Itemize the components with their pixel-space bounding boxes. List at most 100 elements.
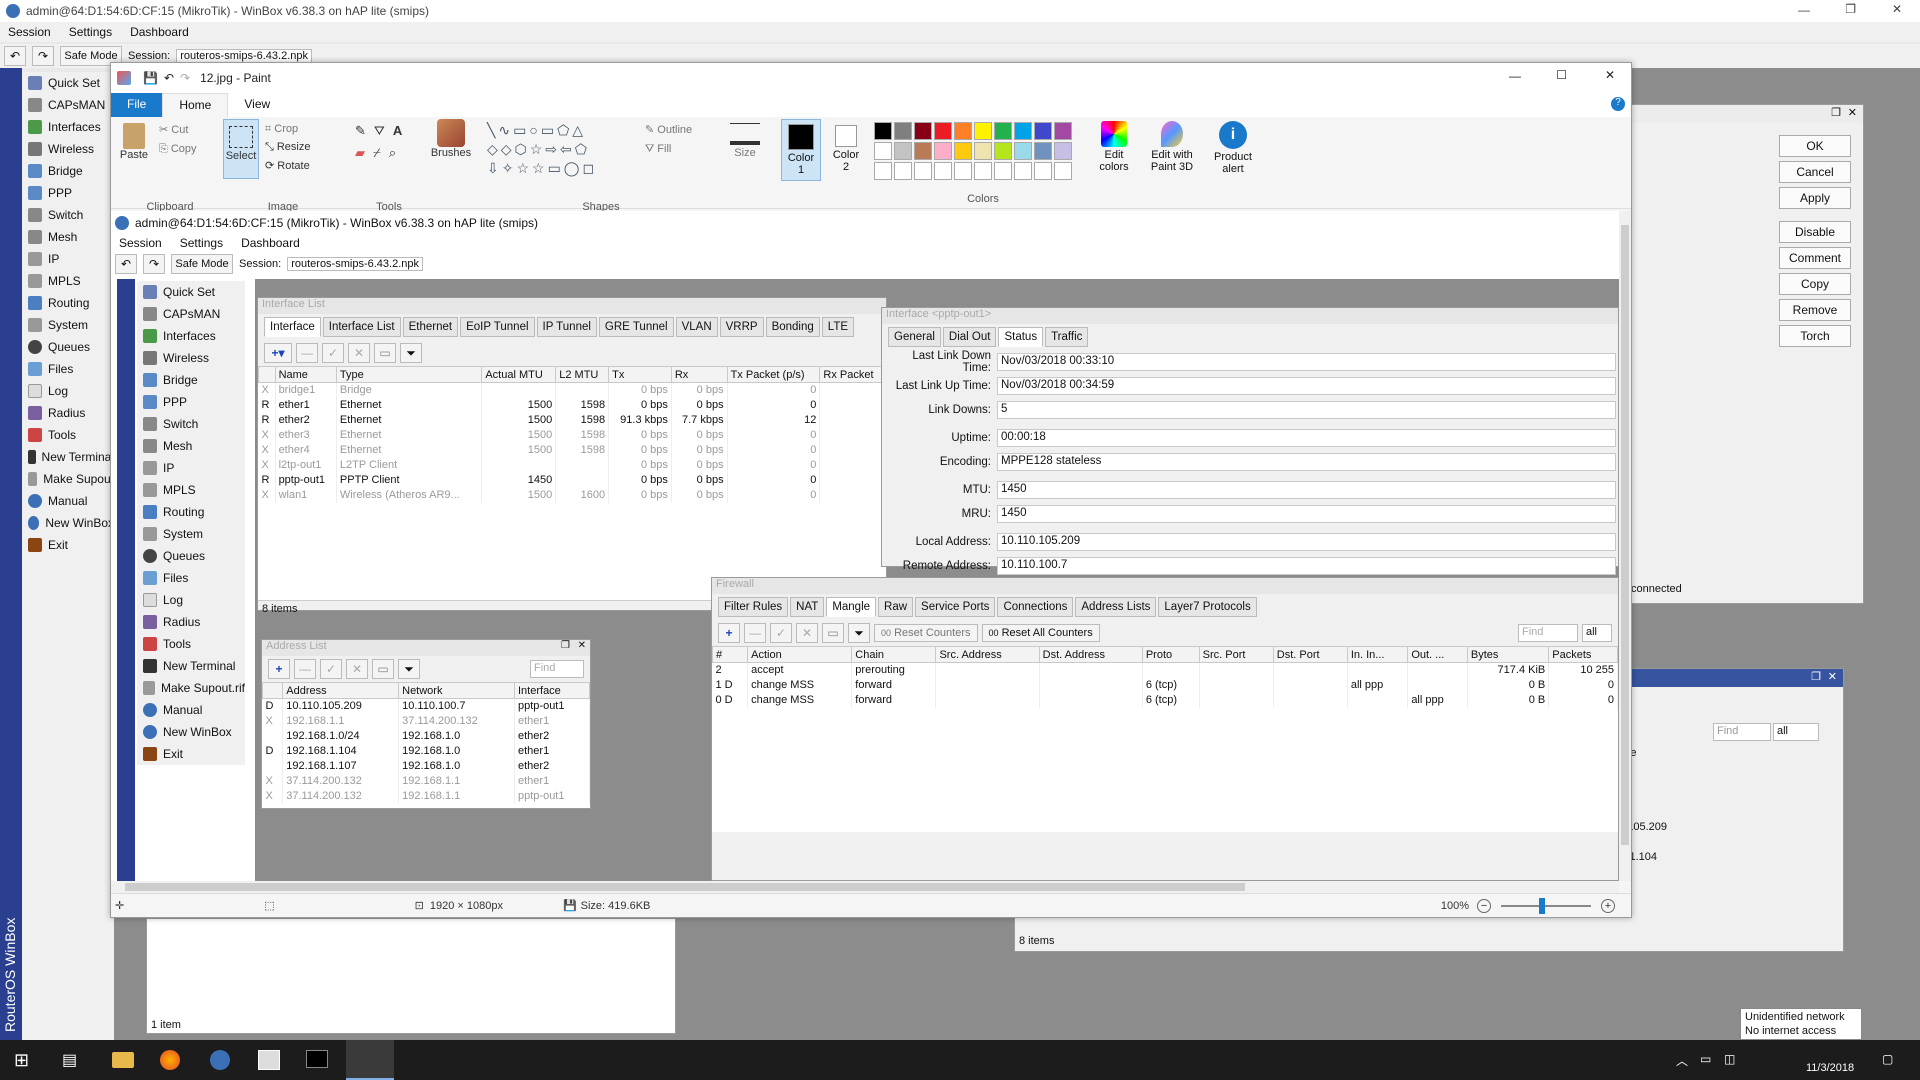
inner-sidebar-item[interactable]: New WinBox [137, 721, 245, 743]
column-header[interactable]: Packets [1548, 646, 1618, 663]
cancel-button[interactable]: Cancel [1779, 161, 1851, 183]
fill-bucket-icon[interactable]: ⛛ [374, 123, 385, 139]
column-header[interactable]: Network [398, 682, 515, 699]
zoom-in-icon[interactable]: + [1601, 898, 1615, 913]
apply-button[interactable]: Apply [1779, 187, 1851, 209]
tab-view[interactable]: View [228, 93, 286, 117]
tab-general[interactable]: General [888, 327, 941, 347]
column-header[interactable]: Interface [514, 682, 590, 699]
outer-sidebar-item[interactable]: PPP [22, 182, 114, 204]
table-row[interactable]: Rpptp-out1 PPTP Client 1450 0 bps 0 bps 0 [258, 472, 886, 488]
close-icon[interactable]: ✕ [1892, 2, 1902, 16]
inner-sidebar-item[interactable]: CAPsMAN [137, 303, 245, 325]
minimize-icon[interactable]: — [1509, 69, 1521, 83]
tab-interface-list[interactable]: Interface List [322, 317, 401, 337]
restore-icon[interactable]: ❐ [1831, 106, 1841, 119]
fill-button[interactable]: ⛛ Fill [645, 143, 671, 156]
outer-sidebar-item[interactable]: Quick Set [22, 72, 114, 94]
column-header[interactable]: Dst. Port [1272, 646, 1348, 663]
color-picker-icon[interactable]: ⌿ [373, 145, 381, 161]
eraser-icon[interactable]: ▰ [355, 145, 365, 161]
outer-sidebar-item[interactable]: Switch [22, 204, 114, 226]
inner-sidebar-item[interactable]: Make Supout.rif [137, 677, 245, 699]
column-header[interactable]: Actual MTU [481, 366, 557, 383]
disable-icon[interactable]: ✕ [346, 659, 368, 679]
ok-button[interactable]: OK [1779, 135, 1851, 157]
column-header[interactable]: Rx Packet [819, 366, 886, 383]
tab-gre[interactable]: GRE Tunnel [598, 317, 674, 337]
network-icon[interactable]: ◫ [1724, 1052, 1735, 1066]
firefox-icon[interactable] [160, 1050, 180, 1070]
tab-status[interactable]: Status [998, 327, 1044, 347]
inner-menu-dashboard[interactable]: Dashboard [241, 236, 300, 250]
tab-file[interactable]: File [111, 93, 163, 117]
disable-icon[interactable]: ✕ [348, 343, 370, 363]
inner-sidebar-item[interactable]: Tools [137, 633, 245, 655]
outer-sidebar-item[interactable]: New WinBox [22, 512, 114, 534]
table-row[interactable]: D 192.168.1.104 192.168.1.0 ether1 [262, 743, 590, 759]
undo-icon[interactable]: ↶ [4, 46, 26, 66]
crop-button[interactable]: ⌗ Crop [265, 123, 298, 136]
redo-icon[interactable]: ↷ [32, 46, 54, 66]
add-icon[interactable]: + [718, 623, 740, 643]
winbox-taskbar-icon[interactable] [210, 1050, 230, 1070]
comment-icon[interactable]: ▭ [822, 623, 844, 643]
tab-vlan[interactable]: VLAN [675, 317, 718, 337]
inner-sidebar-item[interactable]: System [137, 523, 245, 545]
column-header[interactable]: Name [274, 366, 337, 383]
outer-sidebar-item[interactable]: Make Supout [22, 468, 114, 490]
column-header[interactable]: Chain [851, 646, 937, 663]
close-icon[interactable]: ✕ [578, 640, 586, 651]
outer-sidebar-item[interactable]: Mesh [22, 226, 114, 248]
table-row[interactable]: Xwlan1 Wireless (Atheros AR9... 1500 1600 0 … [258, 487, 886, 503]
table-row[interactable]: 192.168.1.0/24 192.168.1.0 ether2 [262, 728, 590, 744]
inner-sidebar-item[interactable]: Queues [137, 545, 245, 567]
filter-icon[interactable]: ⏷ [400, 343, 422, 363]
torch-button[interactable]: Torch [1779, 325, 1851, 347]
battery-icon[interactable]: ▭ [1700, 1052, 1711, 1066]
redo-icon[interactable]: ↷ [180, 71, 190, 85]
outer-find-input[interactable]: Find [1713, 723, 1771, 741]
rotate-button[interactable]: ⟳ Rotate [265, 159, 310, 172]
start-icon[interactable]: ⊞ [14, 1050, 29, 1071]
column-header[interactable]: Address [282, 682, 400, 699]
undo-icon[interactable]: ↶ [115, 254, 137, 274]
close-icon[interactable]: ✕ [1848, 106, 1857, 119]
outer-sidebar-item[interactable]: Files [22, 358, 114, 380]
enable-icon[interactable]: ✓ [770, 623, 792, 643]
table-row[interactable]: X 192.168.1.1 37.114.200.132 ether1 [262, 713, 590, 729]
tab-ip-tunnel[interactable]: IP Tunnel [536, 317, 597, 337]
tab-connections[interactable]: Connections [997, 597, 1074, 617]
horizontal-scrollbar[interactable] [111, 881, 1619, 893]
safe-mode-button[interactable]: Safe Mode [171, 254, 233, 274]
table-row[interactable]: Xether4 Ethernet 1500 1598 0 bps 0 bps 0 [258, 442, 886, 458]
close-icon[interactable]: ✕ [1605, 68, 1615, 82]
horizontal-scroll-thumb[interactable] [125, 883, 1245, 891]
outer-sidebar-item[interactable]: System [22, 314, 114, 336]
column-header[interactable]: Tx Packet (p/s) [726, 366, 821, 383]
fw-find-input[interactable]: Find [1518, 624, 1578, 642]
table-row[interactable]: Rether1 Ethernet 1500 1598 0 bps 0 bps 0 [258, 397, 886, 413]
size-button[interactable]: Size [723, 121, 767, 159]
outer-sidebar-item[interactable]: Exit [22, 534, 114, 556]
disable-icon[interactable]: ✕ [796, 623, 818, 643]
maximize-icon[interactable]: ❐ [1845, 2, 1856, 16]
outer-sidebar-item[interactable]: New Terminal [22, 446, 114, 468]
column-header[interactable]: Dst. Address [1038, 646, 1143, 663]
restore-icon[interactable]: ❐ [561, 640, 570, 651]
tab-mangle[interactable]: Mangle [826, 597, 877, 617]
menu-dashboard[interactable]: Dashboard [130, 25, 189, 39]
column-header[interactable]: Out. ... [1407, 646, 1468, 663]
remove-icon[interactable]: — [294, 659, 316, 679]
outer-sidebar-item[interactable]: IP [22, 248, 114, 270]
cut-button[interactable]: ✂ Cut [159, 123, 188, 136]
paint3d-button[interactable]: Edit with Paint 3D [1141, 121, 1203, 173]
tab-raw[interactable]: Raw [878, 597, 914, 617]
inner-sidebar-item[interactable]: Switch [137, 413, 245, 435]
task-view-icon[interactable]: ▤ [62, 1050, 77, 1070]
inner-sidebar-item[interactable]: Wireless [137, 347, 245, 369]
copy-button[interactable]: Copy [1779, 273, 1851, 295]
inner-sidebar-item[interactable]: Radius [137, 611, 245, 633]
column-header[interactable]: Rx [670, 366, 728, 383]
help-icon[interactable]: ? [1611, 97, 1625, 111]
